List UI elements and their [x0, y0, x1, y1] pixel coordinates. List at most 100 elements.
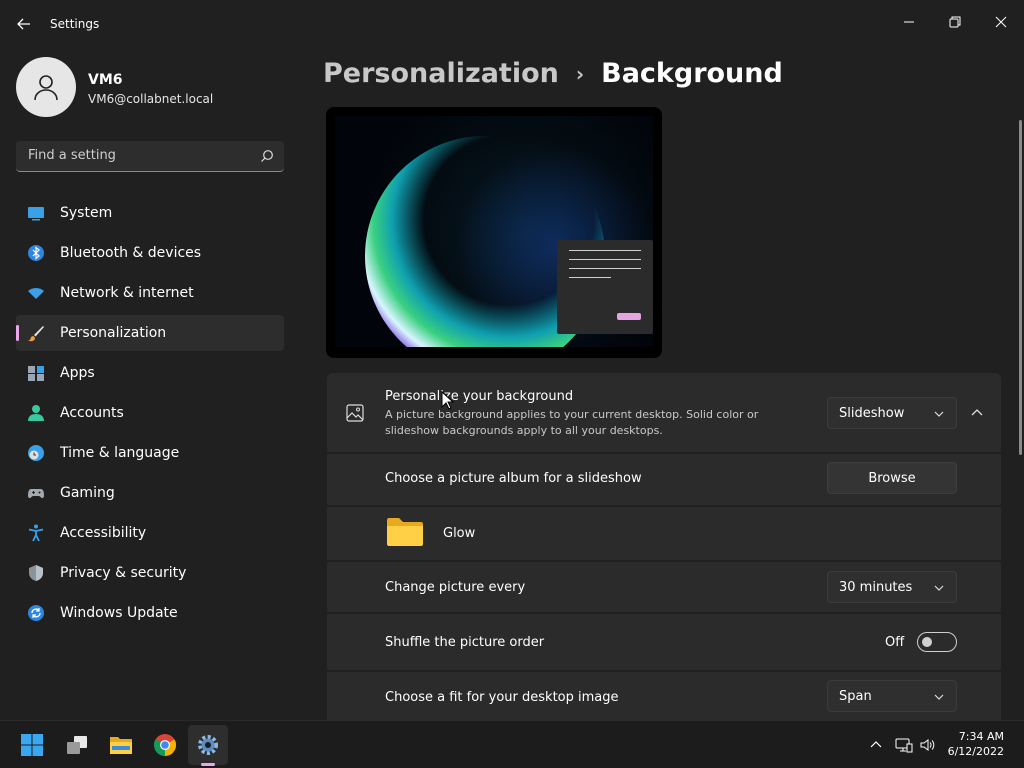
minimize-icon	[904, 21, 914, 23]
sidebar-item-accessibility[interactable]: Accessibility	[16, 515, 284, 551]
show-hidden-icons-button[interactable]	[866, 735, 886, 755]
sidebar-item-time-language[interactable]: Time & language	[16, 435, 284, 471]
chevron-up-icon	[870, 741, 882, 748]
task-view-button[interactable]	[62, 730, 92, 760]
user-email: VM6@collabnet.local	[88, 92, 214, 106]
person-icon	[34, 75, 58, 101]
active-app-indicator	[201, 763, 215, 766]
network-icon	[895, 738, 913, 753]
sidebar-item-label: Windows Update	[60, 605, 178, 621]
sidebar-item-privacy[interactable]: Privacy & security	[16, 555, 284, 591]
restore-icon	[949, 16, 961, 28]
monitor-icon	[27, 204, 45, 222]
restore-button[interactable]	[932, 6, 978, 38]
person-icon	[27, 404, 45, 422]
gamepad-icon	[27, 484, 45, 502]
sidebar-item-label: Apps	[60, 365, 95, 381]
clock-globe-icon	[27, 444, 45, 462]
personalize-background-row: Personalize your background A picture ba…	[327, 373, 1001, 452]
sidebar-item-windows-update[interactable]: Windows Update	[16, 595, 284, 631]
breadcrumb: Personalization › Background	[323, 58, 783, 89]
scrollbar[interactable]	[1019, 120, 1022, 455]
breadcrumb-separator: ›	[575, 61, 585, 86]
sidebar-item-network[interactable]: Network & internet	[16, 275, 284, 311]
update-icon	[27, 604, 45, 622]
title-bar	[0, 0, 1024, 48]
avatar[interactable]	[16, 57, 76, 117]
sidebar-nav: System Bluetooth & devices Network & int…	[16, 195, 284, 635]
shuffle-title: Shuffle the picture order	[385, 635, 545, 650]
sidebar-item-label: Accessibility	[60, 525, 147, 541]
search-input[interactable]	[26, 147, 250, 164]
change-picture-row: Change picture every 30 minutes	[327, 562, 1001, 612]
desktop-preview	[326, 107, 662, 358]
volume-tray-button[interactable]	[918, 735, 938, 755]
sidebar-item-personalization[interactable]: Personalization	[16, 315, 284, 351]
sidebar-item-label: System	[60, 205, 113, 221]
change-interval-dropdown[interactable]: 30 minutes	[827, 571, 957, 603]
personalize-desc-line2: slideshow backgrounds apply to all your …	[385, 424, 663, 437]
chrome-icon	[154, 734, 176, 756]
dropdown-value: Slideshow	[839, 405, 905, 421]
chrome-button[interactable]	[150, 730, 180, 760]
task-view-icon	[67, 736, 87, 754]
folder-icon	[110, 737, 132, 754]
folder-icon	[387, 518, 423, 546]
apps-icon	[27, 364, 45, 382]
shuffle-toggle[interactable]	[917, 632, 957, 652]
sidebar-item-label: Bluetooth & devices	[60, 245, 202, 261]
mouse-cursor-icon	[441, 391, 455, 410]
shield-icon	[27, 564, 45, 582]
minimize-button[interactable]	[886, 6, 932, 38]
bluetooth-icon	[27, 244, 45, 262]
sidebar-item-accounts[interactable]: Accounts	[16, 395, 284, 431]
clock[interactable]: 7:34 AM 6/12/2022	[948, 729, 1004, 759]
fit-title: Choose a fit for your desktop image	[385, 690, 619, 705]
file-explorer-button[interactable]	[106, 730, 136, 760]
shuffle-state-label: Off	[885, 635, 905, 650]
speaker-icon	[920, 739, 935, 751]
sidebar-item-label: Network & internet	[60, 285, 194, 301]
sidebar-item-apps[interactable]: Apps	[16, 355, 284, 391]
sidebar-item-system[interactable]: System	[16, 195, 284, 231]
background-type-dropdown[interactable]: Slideshow	[827, 397, 957, 429]
chevron-up-icon[interactable]	[971, 407, 983, 419]
search-icon	[261, 150, 273, 162]
chevron-down-icon	[934, 411, 944, 417]
breadcrumb-parent[interactable]: Personalization	[323, 58, 559, 89]
clock-date: 6/12/2022	[947, 745, 1004, 758]
network-tray-button[interactable]	[894, 735, 914, 755]
wallpaper-preview-image	[335, 116, 653, 347]
user-name: VM6	[88, 72, 123, 88]
taskbar: 7:34 AM 6/12/2022	[0, 720, 1024, 768]
back-arrow-icon[interactable]	[14, 14, 34, 34]
preview-window-mock	[557, 240, 653, 334]
brush-icon	[27, 324, 45, 342]
windows-logo-icon	[21, 734, 43, 756]
close-button[interactable]	[978, 6, 1024, 38]
window-title: Settings	[50, 17, 100, 31]
album-folder-row: Glow	[327, 507, 1001, 560]
interval-title: Change picture every	[385, 580, 526, 595]
start-button[interactable]	[17, 730, 47, 760]
search-box[interactable]	[16, 141, 284, 172]
sidebar-item-label: Time & language	[60, 445, 180, 461]
fit-dropdown[interactable]: Span	[827, 680, 957, 712]
settings-button[interactable]	[188, 725, 228, 765]
browse-button[interactable]: Browse	[827, 462, 957, 494]
accessibility-icon	[27, 524, 45, 542]
folder-name[interactable]: Glow	[443, 526, 475, 541]
picture-icon	[346, 404, 364, 422]
clock-time: 7:34 AM	[958, 730, 1004, 743]
shuffle-row: Shuffle the picture order Off	[327, 614, 1001, 670]
gear-icon	[198, 735, 218, 755]
sidebar-item-label: Privacy & security	[60, 565, 187, 581]
chevron-down-icon	[934, 694, 944, 700]
sidebar-item-label: Accounts	[60, 405, 124, 421]
sidebar-item-label: Personalization	[60, 325, 167, 341]
sidebar-item-bluetooth[interactable]: Bluetooth & devices	[16, 235, 284, 271]
page-title: Background	[601, 58, 783, 89]
sidebar-item-gaming[interactable]: Gaming	[16, 475, 284, 511]
album-title: Choose a picture album for a slideshow	[385, 471, 642, 486]
dropdown-value: Span	[839, 688, 872, 704]
